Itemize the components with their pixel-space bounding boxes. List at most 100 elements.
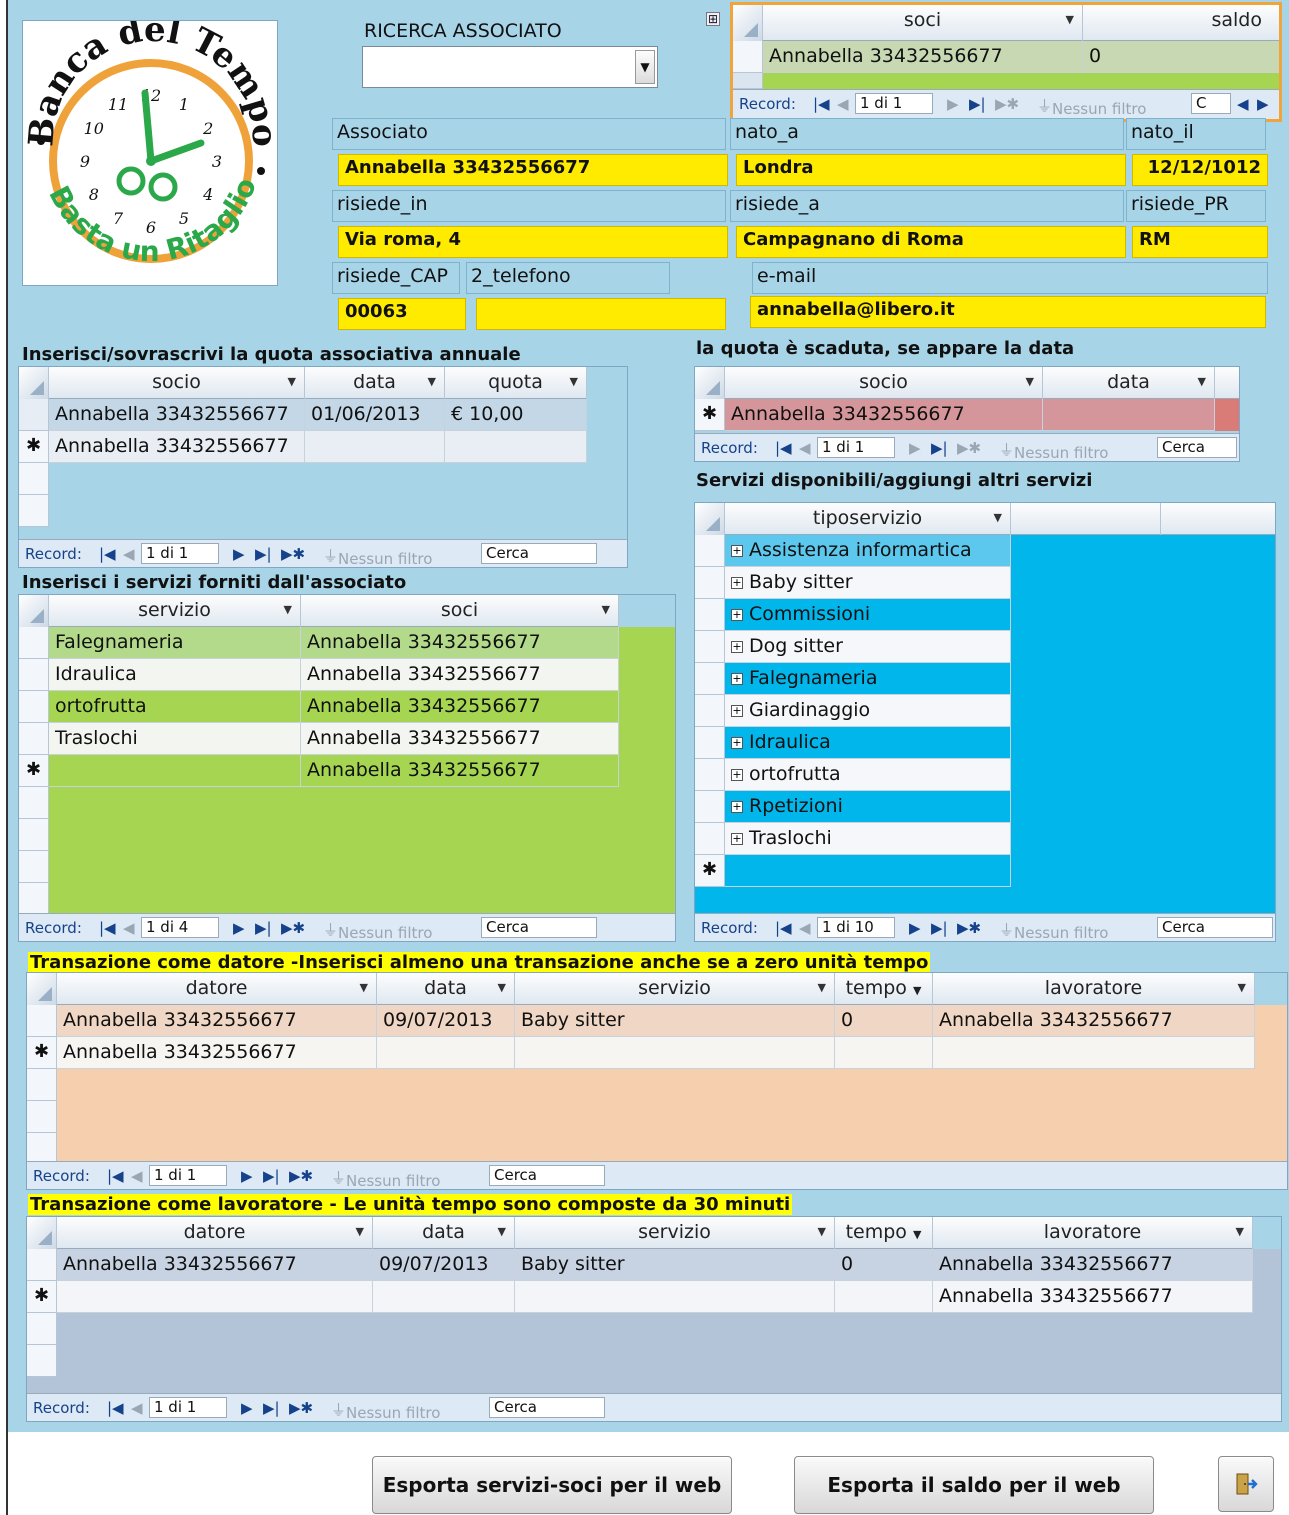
last-record-icon[interactable]: ▶|: [931, 439, 948, 457]
last-record-icon[interactable]: ▶|: [969, 95, 986, 113]
column-header-tempo[interactable]: tempo ▼: [835, 1217, 933, 1249]
table-cell[interactable]: Annabella 33432556677: [57, 1005, 377, 1037]
column-header-servizio[interactable]: servizio ▼: [515, 973, 835, 1005]
filter-icon[interactable]: ⏚ Nessun filtro: [331, 1167, 440, 1189]
record-position-field[interactable]: 1 di 1: [149, 1397, 227, 1418]
row-selector[interactable]: [27, 1101, 57, 1133]
prev-record-icon[interactable]: ◀: [123, 545, 135, 563]
new-row-icon[interactable]: ✱: [695, 855, 725, 887]
row-selector[interactable]: [27, 1005, 57, 1037]
last-record-icon[interactable]: ▶|: [263, 1399, 280, 1417]
table-cell[interactable]: [515, 1037, 835, 1069]
record-position-field[interactable]: 1 di 1: [149, 1165, 227, 1186]
table-cell[interactable]: Annabella 33432556677: [933, 1005, 1255, 1037]
prev-record-icon[interactable]: ◀: [131, 1167, 143, 1185]
column-header-data[interactable]: data ▼: [373, 1217, 515, 1249]
record-position-field[interactable]: 1 di 4: [141, 917, 219, 938]
next-record-icon[interactable]: ▶: [233, 545, 245, 563]
prev-record-icon[interactable]: ◀: [131, 1399, 143, 1417]
row-selector[interactable]: [695, 535, 725, 567]
expand-plus-icon[interactable]: +: [731, 704, 743, 717]
row-selector[interactable]: [695, 823, 725, 855]
tiposervizio-cell[interactable]: + ortofrutta: [725, 759, 1011, 791]
subform-move-handle[interactable]: ⊞: [706, 12, 720, 26]
column-header-tiposervizio[interactable]: tiposervizio ▼: [725, 503, 1011, 535]
table-cell[interactable]: Annabella 33432556677: [301, 627, 619, 659]
next-record-icon[interactable]: ▶: [947, 95, 959, 113]
row-selector[interactable]: [27, 1069, 57, 1101]
column-header-empty[interactable]: [1161, 503, 1275, 535]
new-record-icon[interactable]: ▶✱: [957, 919, 981, 937]
column-header-lavoratore[interactable]: lavoratore ▼: [933, 1217, 1253, 1249]
row-selector[interactable]: [19, 399, 49, 431]
expand-plus-icon[interactable]: +: [731, 640, 743, 653]
table-cell[interactable]: Annabella 33432556677: [301, 691, 619, 723]
column-header-socio[interactable]: socio ▼: [49, 367, 305, 399]
expand-plus-icon[interactable]: +: [731, 736, 743, 749]
next-record-icon[interactable]: ▶: [909, 919, 921, 937]
column-header-saldo[interactable]: saldo: [1083, 5, 1279, 41]
table-cell[interactable]: 09/07/2013: [373, 1249, 515, 1281]
row-selector[interactable]: [27, 1345, 57, 1377]
tiposervizio-cell[interactable]: + Dog sitter: [725, 631, 1011, 663]
search-combobox[interactable]: ▼: [362, 46, 658, 88]
nato-il-field[interactable]: 12/12/1012: [1132, 154, 1268, 186]
first-record-icon[interactable]: |◀: [775, 439, 792, 457]
risiede-cap-field[interactable]: 00063: [338, 298, 466, 330]
table-cell[interactable]: Annabella 33432556677: [301, 755, 619, 787]
table-cell[interactable]: Baby sitter: [515, 1249, 835, 1281]
table-cell[interactable]: [373, 1281, 515, 1313]
tiposervizio-cell[interactable]: + Traslochi: [725, 823, 1011, 855]
expand-plus-icon[interactable]: +: [731, 608, 743, 621]
new-row-icon[interactable]: ✱: [19, 755, 49, 787]
row-selector[interactable]: [695, 567, 725, 599]
risiede-in-field[interactable]: Via roma, 4: [338, 226, 728, 258]
select-all-icon[interactable]: [695, 503, 725, 535]
row-selector[interactable]: [19, 659, 49, 691]
row-selector[interactable]: [19, 819, 49, 851]
table-cell[interactable]: Annabella 33432556677: [57, 1037, 377, 1069]
exit-button[interactable]: [1218, 1456, 1274, 1512]
table-cell[interactable]: Annabella 33432556677: [933, 1249, 1253, 1281]
row-selector[interactable]: [27, 1249, 57, 1281]
table-cell[interactable]: [377, 1037, 515, 1069]
table-cell[interactable]: 01/06/2013: [305, 399, 445, 431]
table-cell[interactable]: [835, 1037, 933, 1069]
row-selector[interactable]: [695, 599, 725, 631]
filter-icon[interactable]: ⏚ Nessun filtro: [999, 919, 1108, 941]
column-header-tempo[interactable]: tempo ▼: [835, 973, 933, 1005]
table-cell[interactable]: Falegnameria: [49, 627, 301, 659]
table-cell[interactable]: Annabella 33432556677: [301, 659, 619, 691]
last-record-icon[interactable]: ▶|: [263, 1167, 280, 1185]
first-record-icon[interactable]: |◀: [775, 919, 792, 937]
row-selector[interactable]: [19, 883, 49, 915]
table-cell[interactable]: [49, 755, 301, 787]
record-position-field[interactable]: 1 di 1: [817, 437, 895, 458]
scroll-right-icon[interactable]: ▶: [1257, 95, 1269, 113]
filter-icon[interactable]: ⏚ Nessun filtro: [1037, 95, 1146, 118]
tiposervizio-cell[interactable]: + Rpetizioni: [725, 791, 1011, 823]
tiposervizio-cell[interactable]: + Assistenza informartica: [725, 535, 1011, 567]
select-all-icon[interactable]: [27, 973, 57, 1005]
table-cell[interactable]: € 10,00: [445, 399, 587, 431]
record-position-field[interactable]: 1 di 1: [141, 543, 219, 564]
next-record-icon[interactable]: ▶: [909, 439, 921, 457]
column-header-datore[interactable]: datore ▼: [57, 1217, 373, 1249]
new-row-icon[interactable]: ✱: [27, 1037, 57, 1069]
search-box[interactable]: Cerca: [489, 1397, 605, 1418]
new-record-icon[interactable]: ▶✱: [281, 545, 305, 563]
prev-record-icon[interactable]: ◀: [799, 439, 811, 457]
last-record-icon[interactable]: ▶|: [255, 545, 272, 563]
filter-icon[interactable]: ⏚ Nessun filtro: [331, 1399, 440, 1421]
telefono-field[interactable]: [476, 298, 726, 330]
prev-record-icon[interactable]: ◀: [799, 919, 811, 937]
row-selector[interactable]: [19, 723, 49, 755]
last-record-icon[interactable]: ▶|: [931, 919, 948, 937]
row-selector[interactable]: [27, 1313, 57, 1345]
row-selector[interactable]: [19, 627, 49, 659]
last-record-icon[interactable]: ▶|: [255, 919, 272, 937]
table-cell[interactable]: [1043, 399, 1215, 431]
table-cell[interactable]: Annabella 33432556677: [301, 723, 619, 755]
table-cell[interactable]: Annabella 33432556677: [49, 431, 305, 463]
column-header-socio[interactable]: socio ▼: [725, 367, 1043, 399]
